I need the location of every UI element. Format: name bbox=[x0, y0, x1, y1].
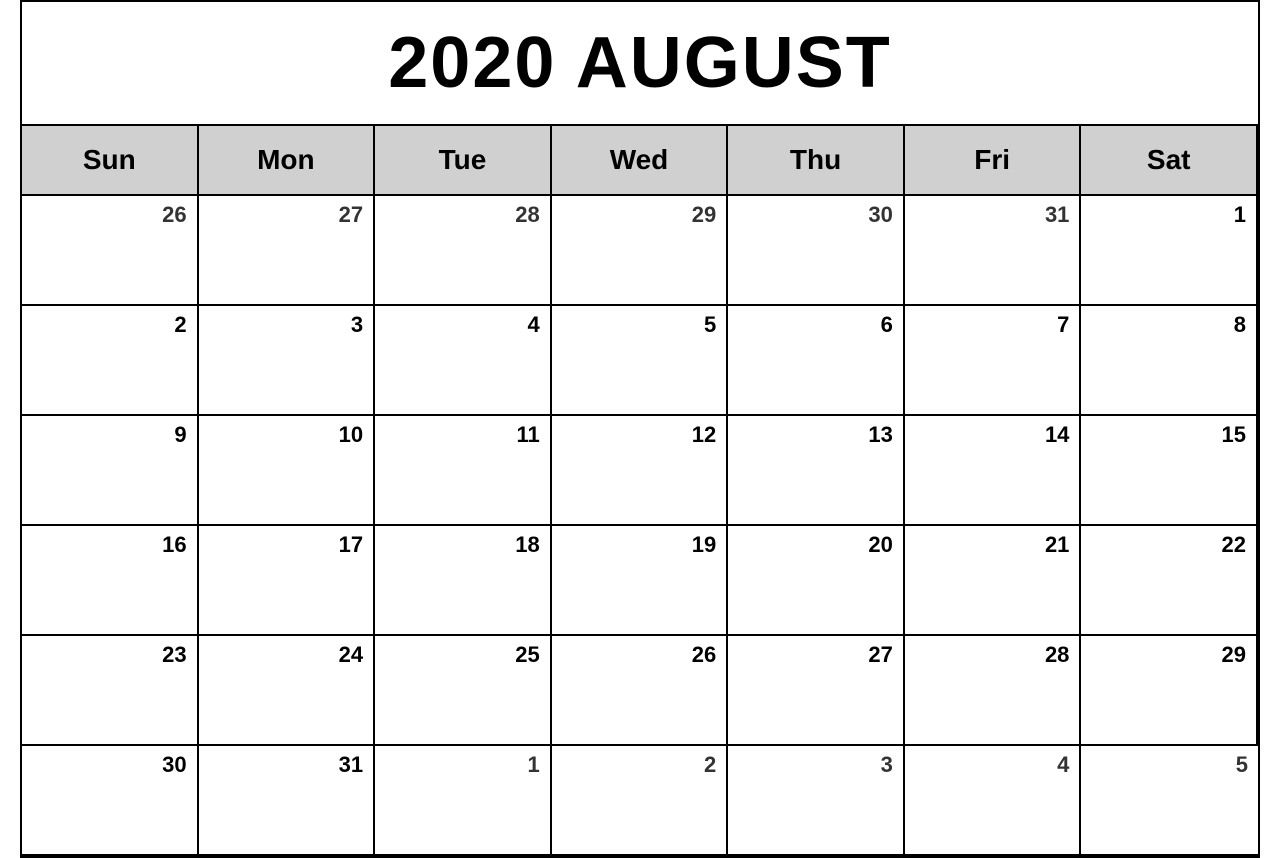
day-cell[interactable]: 13 bbox=[728, 416, 905, 526]
day-cell[interactable]: 3 bbox=[199, 306, 376, 416]
day-cell[interactable]: 16 bbox=[22, 526, 199, 636]
day-cell[interactable]: 14 bbox=[905, 416, 1082, 526]
day-header-sat: Sat bbox=[1081, 126, 1258, 196]
day-header-wed: Wed bbox=[552, 126, 729, 196]
day-cell[interactable]: 25 bbox=[375, 636, 552, 746]
day-cell[interactable]: 10 bbox=[199, 416, 376, 526]
day-cell[interactable]: 7 bbox=[905, 306, 1082, 416]
day-cell[interactable]: 18 bbox=[375, 526, 552, 636]
day-cell[interactable]: 26 bbox=[22, 196, 199, 306]
day-cell[interactable]: 15 bbox=[1081, 416, 1258, 526]
calendar-title: 2020 AUGUST bbox=[22, 2, 1258, 126]
day-cell[interactable]: 17 bbox=[199, 526, 376, 636]
day-header-sun: Sun bbox=[22, 126, 199, 196]
day-cell[interactable]: 1 bbox=[1081, 196, 1258, 306]
day-cell[interactable]: 31 bbox=[199, 746, 376, 856]
day-cell[interactable]: 28 bbox=[905, 636, 1082, 746]
day-cell[interactable]: 4 bbox=[375, 306, 552, 416]
day-cell[interactable]: 4 bbox=[905, 746, 1082, 856]
day-cell[interactable]: 20 bbox=[728, 526, 905, 636]
day-cell[interactable]: 23 bbox=[22, 636, 199, 746]
day-header-fri: Fri bbox=[905, 126, 1082, 196]
day-cell[interactable]: 11 bbox=[375, 416, 552, 526]
day-header-thu: Thu bbox=[728, 126, 905, 196]
day-cell[interactable]: 2 bbox=[552, 746, 729, 856]
day-cell[interactable]: 29 bbox=[1081, 636, 1258, 746]
day-header-tue: Tue bbox=[375, 126, 552, 196]
day-cell[interactable]: 8 bbox=[1081, 306, 1258, 416]
day-cell[interactable]: 21 bbox=[905, 526, 1082, 636]
day-cell[interactable]: 5 bbox=[1081, 746, 1258, 856]
day-cell[interactable]: 6 bbox=[728, 306, 905, 416]
calendar-grid: SunMonTueWedThuFriSat2627282930311234567… bbox=[22, 126, 1258, 856]
day-cell[interactable]: 19 bbox=[552, 526, 729, 636]
day-cell[interactable]: 26 bbox=[552, 636, 729, 746]
day-cell[interactable]: 27 bbox=[199, 196, 376, 306]
day-cell[interactable]: 30 bbox=[22, 746, 199, 856]
day-cell[interactable]: 1 bbox=[375, 746, 552, 856]
day-cell[interactable]: 31 bbox=[905, 196, 1082, 306]
day-cell[interactable]: 22 bbox=[1081, 526, 1258, 636]
day-cell[interactable]: 9 bbox=[22, 416, 199, 526]
day-cell[interactable]: 3 bbox=[728, 746, 905, 856]
day-cell[interactable]: 30 bbox=[728, 196, 905, 306]
day-cell[interactable]: 28 bbox=[375, 196, 552, 306]
day-cell[interactable]: 12 bbox=[552, 416, 729, 526]
day-cell[interactable]: 24 bbox=[199, 636, 376, 746]
day-cell[interactable]: 2 bbox=[22, 306, 199, 416]
day-cell[interactable]: 27 bbox=[728, 636, 905, 746]
day-header-mon: Mon bbox=[199, 126, 376, 196]
calendar-container: 2020 AUGUST SunMonTueWedThuFriSat2627282… bbox=[20, 0, 1260, 858]
day-cell[interactable]: 5 bbox=[552, 306, 729, 416]
day-cell[interactable]: 29 bbox=[552, 196, 729, 306]
